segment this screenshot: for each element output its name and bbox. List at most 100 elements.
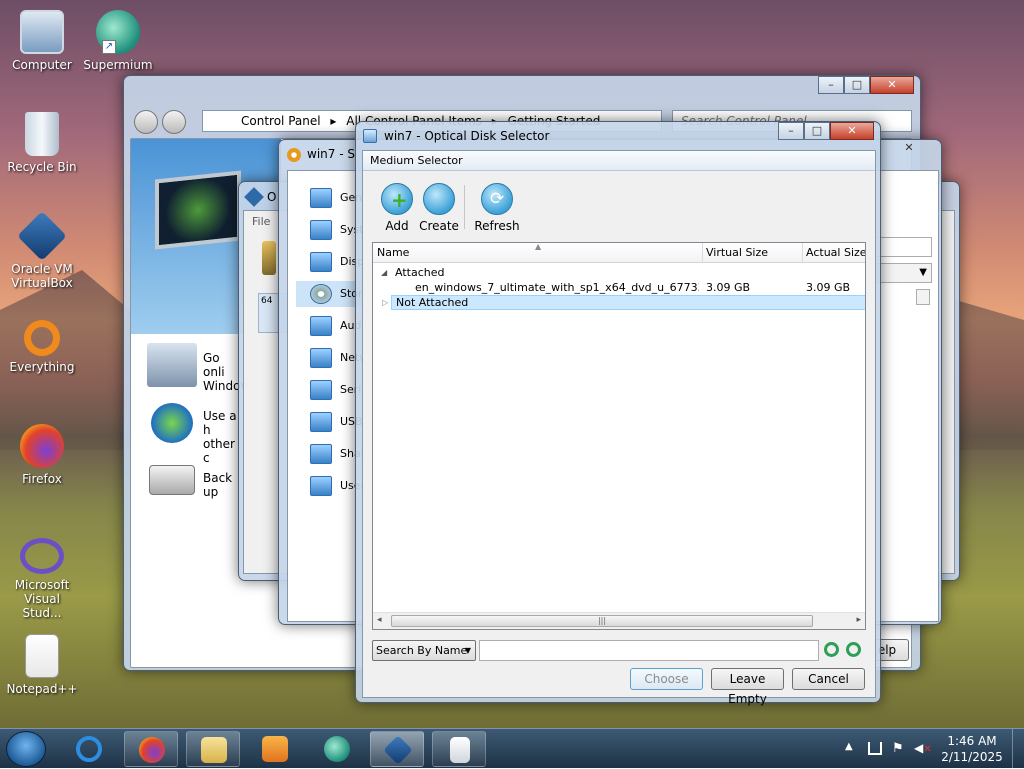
maximize-button[interactable]: □ [804,122,830,140]
optical-disk-selector-dialog[interactable]: win7 - Optical Disk Selector – □ ✕ Mediu… [355,121,881,706]
taskbar-ie[interactable] [62,731,116,767]
scroll-right-arrow-icon[interactable]: ▸ [856,615,861,625]
leave-empty-button[interactable]: Leave Empty [711,668,784,706]
column-actual-size[interactable]: Actual Size [806,243,865,263]
forward-button[interactable] [162,110,186,134]
clock[interactable]: 1:46 AM 2/11/2025 [938,733,1006,765]
search-input[interactable] [479,640,819,661]
desktop-icon-label: Firefox [22,472,62,486]
shortcut-arrow-icon: ↗ [102,40,116,54]
desktop-icon-supermium[interactable]: ↗ Supermium [76,10,160,72]
start-button[interactable] [6,731,46,767]
show-desktop-button[interactable] [1012,729,1024,769]
toolbar-separator [464,185,465,229]
serial-port-icon [310,380,332,400]
minimize-button[interactable]: – [818,76,844,94]
minimize-button[interactable]: – [778,122,804,140]
horizontal-scrollbar[interactable]: ◂ ||| ▸ [373,612,865,629]
tree-group-not-attached[interactable]: ▷ Not Attached [373,295,865,310]
refresh-icon: ⟳ [481,183,513,215]
settings-gear-icon [287,148,301,162]
section-header: Medium Selector [363,151,875,171]
taskbar-virtualbox[interactable] [370,731,424,767]
taskbar-notepad[interactable] [432,731,486,767]
add-button[interactable]: + Add [373,183,421,233]
action-center-flag-icon[interactable]: ⚑ [892,741,904,756]
window-title: win7 - S [307,147,355,161]
backup-drive-icon [149,465,195,495]
tree-row-iso[interactable]: en_windows_7_ultimate_with_sp1_x64_dvd_u… [373,280,865,295]
desktop-icon-everything[interactable]: Everything [0,320,84,374]
taskbar-explorer[interactable] [186,731,240,767]
clock-time: 1:46 AM [947,734,997,748]
breadcrumb-item[interactable]: Control Panel [241,114,321,128]
dialog-title-icon [363,129,377,143]
cancel-button[interactable]: Cancel [792,668,865,690]
desktop-icon-notepadpp[interactable]: Notepad++ [0,634,84,696]
create-disk-icon [423,183,455,215]
network-globe-icon [151,403,193,443]
window-title: win7 - Optical Disk Selector [384,129,550,143]
taskbar-firefox[interactable] [124,731,178,767]
network-tray-icon[interactable] [868,742,882,755]
virtualbox-icon [383,735,413,765]
getting-started-item-label: Go onli Windov [203,351,243,393]
desktop-icon-label: Supermium [83,58,153,72]
choose-button[interactable]: Choose [630,668,703,690]
desktop-icon-label: Notepad++ [6,682,78,696]
taskbar-supermium[interactable] [310,731,364,767]
virtualbox-title-icon [244,187,264,207]
desktop-icon-label: Everything [9,360,75,374]
add-label: Add [385,219,409,233]
folder-icon [201,737,227,763]
column-name[interactable]: Name [377,243,409,263]
refresh-label: Refresh [474,219,520,233]
chevron-down-icon: ▼ [464,646,471,655]
virtualbox-icon [17,211,67,261]
desktop-icon-virtualbox[interactable]: Oracle VM VirtualBox [0,211,84,290]
desktop-icon-label: Recycle Bin [7,160,77,174]
notepadpp-icon [25,634,59,678]
show-hidden-icons-button[interactable]: ▲ [845,741,853,752]
desktop-icon-visual-studio[interactable]: Microsoft Visual Stud... [0,538,84,620]
storage-icon [310,284,332,304]
desktop: Computer ↗ Supermium Recycle Bin Oracle … [0,0,1024,728]
close-button[interactable]: ✕ [895,140,923,158]
back-button[interactable] [134,110,158,134]
tree-header: Name ▲ Virtual Size Actual Size [373,242,865,263]
scrollbar-thumb[interactable]: ||| [391,615,813,627]
search-forward-button[interactable] [845,641,863,659]
desktop-icon-firefox[interactable]: Firefox [0,424,84,486]
medium-tree[interactable]: Name ▲ Virtual Size Actual Size ◢ Attach… [372,242,866,630]
desktop-icon-recycle-bin[interactable]: Recycle Bin [0,112,84,174]
close-button[interactable]: ✕ [870,76,914,94]
tree-group-attached[interactable]: ◢ Attached [373,265,865,280]
search-mode-select[interactable]: Search By Name ▼ [372,640,476,661]
sort-indicator-icon: ▲ [535,242,542,251]
general-icon [310,188,332,208]
medium-name: en_windows_7_ultimate_with_sp1_x64_dvd_u… [415,281,699,294]
getting-started-item-label: Back up [203,471,233,499]
search-mode-value: Search By Name [376,644,468,657]
volume-muted-icon[interactable]: ◀✕ [914,741,932,756]
search-backward-button[interactable] [823,641,841,659]
create-button[interactable]: Create [415,183,463,233]
refresh-button[interactable]: ⟳ Refresh [470,183,524,233]
firefox-icon [139,737,165,763]
supermium-icon: ↗ [96,10,140,54]
scroll-left-arrow-icon[interactable]: ◂ [377,615,382,625]
taskbar-media-player[interactable] [248,731,302,767]
column-virtual-size[interactable]: Virtual Size [706,243,768,263]
usb-icon [310,412,332,432]
menu-file[interactable]: File [252,215,270,228]
maximize-button[interactable]: □ [844,76,870,94]
clock-date: 2/11/2025 [941,750,1003,764]
visual-studio-icon [20,538,64,574]
collapsed-triangle-icon: ▷ [382,298,389,307]
close-button[interactable]: ✕ [830,122,874,140]
desktop-icon-computer[interactable]: Computer [0,10,84,72]
settings-spinner[interactable] [916,289,930,305]
medium-virtual-size: 3.09 GB [706,281,751,294]
desktop-icon-label: Computer [12,58,72,72]
window-title: O [267,190,277,204]
